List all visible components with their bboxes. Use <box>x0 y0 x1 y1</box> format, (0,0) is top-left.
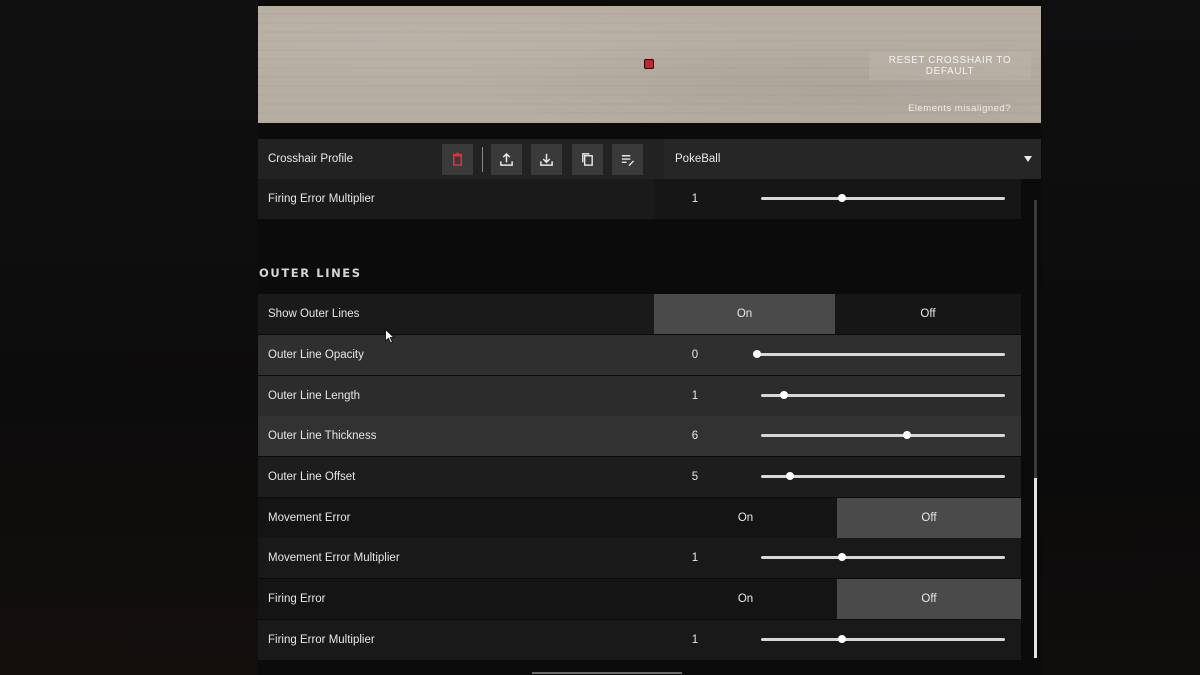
setting-label: Firing Error Multiplier <box>268 634 375 646</box>
crosshair-profile-bar: Crosshair Profile PokeBall <box>258 139 1041 179</box>
toggle-off-button[interactable]: Off <box>837 579 1021 619</box>
setting-value: 5 <box>691 471 699 483</box>
setting-label: Outer Line Opacity <box>268 349 364 361</box>
setting-value: 1 <box>691 552 699 564</box>
download-icon <box>540 153 553 166</box>
setting-value: 1 <box>691 193 699 205</box>
slider-track[interactable] <box>761 635 1005 643</box>
toggle-group: On Off <box>654 498 1021 538</box>
slider-thumb[interactable] <box>903 431 912 439</box>
slider-thumb[interactable] <box>837 553 846 561</box>
copy-profile-button[interactable] <box>572 144 603 175</box>
upload-profile-button[interactable] <box>491 144 522 175</box>
setting-control: 6 <box>654 416 1021 456</box>
download-profile-button[interactable] <box>531 144 562 175</box>
slider-track[interactable] <box>761 431 1005 439</box>
setting-control: 5 <box>654 457 1021 497</box>
setting-value: 0 <box>691 349 699 361</box>
crosshair-profile-label: Crosshair Profile <box>268 153 353 165</box>
profile-dropdown[interactable]: PokeBall <box>664 139 1041 179</box>
setting-label: Outer Line Offset <box>268 471 356 483</box>
setting-label: Movement Error Multiplier <box>268 552 400 564</box>
settings-row-outer-line-length: Outer Line Length 1 <box>258 376 1021 416</box>
setting-control: 1 <box>654 376 1021 416</box>
background-left <box>0 0 258 675</box>
setting-value: 6 <box>691 430 699 442</box>
slider-track[interactable] <box>761 553 1005 561</box>
toggle-on-button[interactable]: On <box>654 294 835 334</box>
setting-control: 1 <box>654 620 1021 660</box>
slider-thumb[interactable] <box>753 350 761 358</box>
setting-label: Firing Error <box>268 593 326 605</box>
slider-track[interactable] <box>753 350 1005 358</box>
copy-icon <box>582 153 593 166</box>
setting-label: Outer Line Thickness <box>268 430 377 442</box>
setting-label: Movement Error <box>268 512 351 524</box>
slider-thumb[interactable] <box>780 391 789 399</box>
settings-row-firing-error: Firing Error On Off <box>258 579 1021 619</box>
toolbar-divider <box>482 147 483 172</box>
setting-label: Outer Line Length <box>268 390 361 402</box>
mouse-cursor-icon <box>385 329 395 344</box>
settings-row-show-outer-lines: Show Outer Lines On Off <box>258 294 1021 334</box>
toggle-off-button[interactable]: Off <box>835 294 1021 334</box>
setting-label: Show Outer Lines <box>268 308 360 320</box>
settings-row-movement-error-multiplier: Movement Error Multiplier 1 <box>258 538 1021 578</box>
slider-thumb[interactable] <box>786 472 795 480</box>
scrollbar-thumb[interactable] <box>1034 478 1037 658</box>
toggle-off-button[interactable]: Off <box>837 498 1021 538</box>
delete-profile-button[interactable] <box>442 144 473 175</box>
slider-track[interactable] <box>761 391 1005 399</box>
settings-row-outer-line-opacity: Outer Line Opacity 0 <box>258 335 1021 375</box>
crosshair-preview: RESET CROSSHAIR TO DEFAULT Elements misa… <box>258 6 1041 123</box>
settings-row-firing-error-multiplier: Firing Error Multiplier 1 <box>258 620 1021 660</box>
setting-value: 1 <box>691 634 699 646</box>
slider-thumb[interactable] <box>837 635 846 643</box>
profile-dropdown-value: PokeBall <box>675 153 721 165</box>
rename-icon <box>621 155 635 167</box>
slider-thumb[interactable] <box>837 194 846 202</box>
setting-label: Firing Error Multiplier <box>268 193 375 205</box>
section-title-outer-lines: OUTER LINES <box>259 266 362 280</box>
slider-track[interactable] <box>761 194 1005 202</box>
settings-row-firing-error-multiplier-top: Firing Error Multiplier 1 <box>258 179 1021 219</box>
bottom-divider <box>532 672 682 674</box>
toggle-on-button[interactable]: On <box>654 498 837 538</box>
setting-control: 1 <box>654 179 1021 219</box>
chevron-down-icon <box>1024 156 1032 162</box>
rename-profile-button[interactable] <box>612 144 643 175</box>
upload-icon <box>500 152 513 166</box>
setting-value: 1 <box>691 390 699 402</box>
toggle-group: On Off <box>654 294 1021 334</box>
toggle-group: On Off <box>654 579 1021 619</box>
settings-row-outer-line-thickness: Outer Line Thickness 6 <box>258 416 1021 456</box>
slider-track[interactable] <box>761 472 1005 480</box>
reset-crosshair-button[interactable]: RESET CROSSHAIR TO DEFAULT <box>869 52 1031 80</box>
background-right <box>1042 0 1200 675</box>
setting-control: 1 <box>654 538 1021 578</box>
delete-icon <box>452 152 463 166</box>
settings-row-outer-line-offset: Outer Line Offset 5 <box>258 457 1021 497</box>
elements-misaligned-link[interactable]: Elements misaligned? <box>908 103 1011 114</box>
crosshair-dot <box>644 59 654 69</box>
toggle-on-button[interactable]: On <box>654 579 837 619</box>
setting-control: 0 <box>654 335 1021 375</box>
settings-row-movement-error: Movement Error On Off <box>258 498 1021 538</box>
